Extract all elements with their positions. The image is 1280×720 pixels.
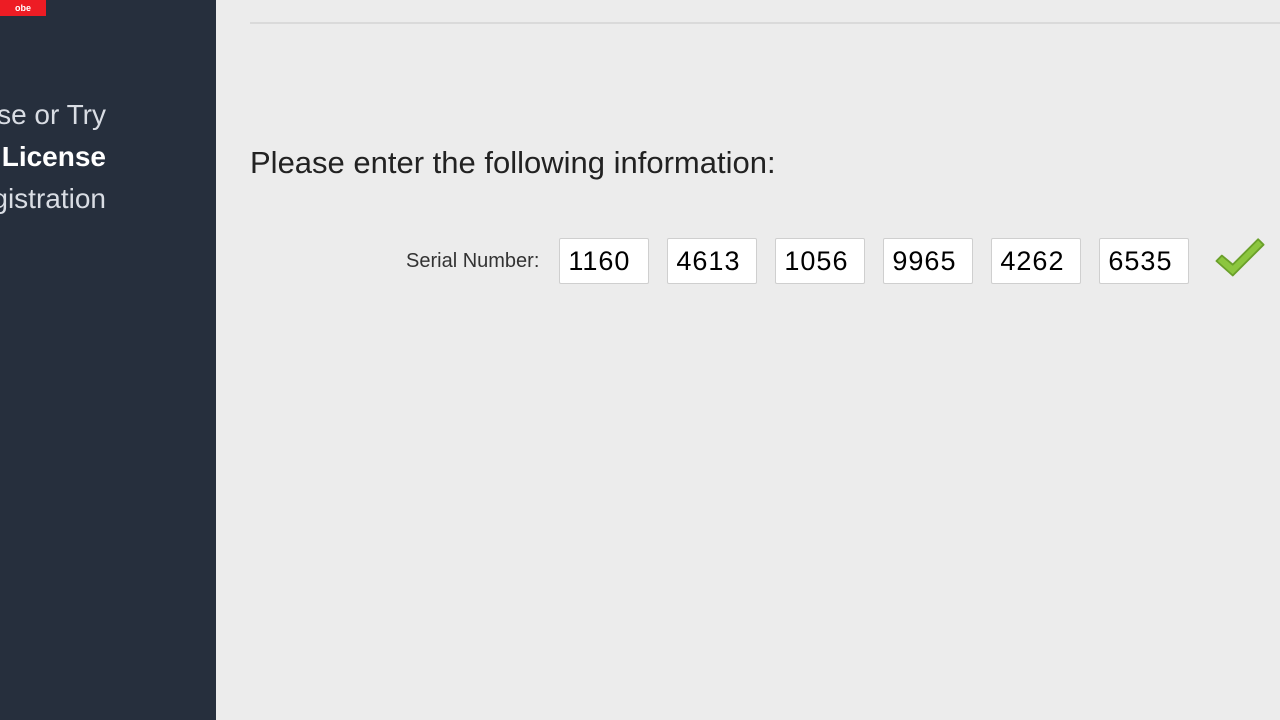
serial-number-row: Serial Number: [406,238,1269,284]
serial-number-label: Serial Number: [406,250,539,273]
serial-part-1[interactable] [559,238,649,284]
serial-part-2[interactable] [667,238,757,284]
main-panel: Please enter the following information: … [216,0,1280,720]
sidebar-item-license-or-try[interactable]: License or Try [0,94,214,136]
sidebar-item-registration[interactable]: Registration [0,178,214,220]
sidebar-item-license[interactable]: License [0,136,214,178]
brand-logo: obe [0,0,46,16]
serial-part-5[interactable] [991,238,1081,284]
sidebar: obe License or Try License Registration [0,0,216,720]
serial-part-6[interactable] [1099,238,1189,284]
serial-part-3[interactable] [775,238,865,284]
sidebar-nav-list: License or Try License Registration [0,94,214,220]
checkmark-icon [1211,238,1269,284]
sidebar-nav: License or Try License Registration [0,94,214,220]
header-divider [250,22,1280,24]
instruction-text: Please enter the following information: [250,145,776,181]
serial-part-4[interactable] [883,238,973,284]
